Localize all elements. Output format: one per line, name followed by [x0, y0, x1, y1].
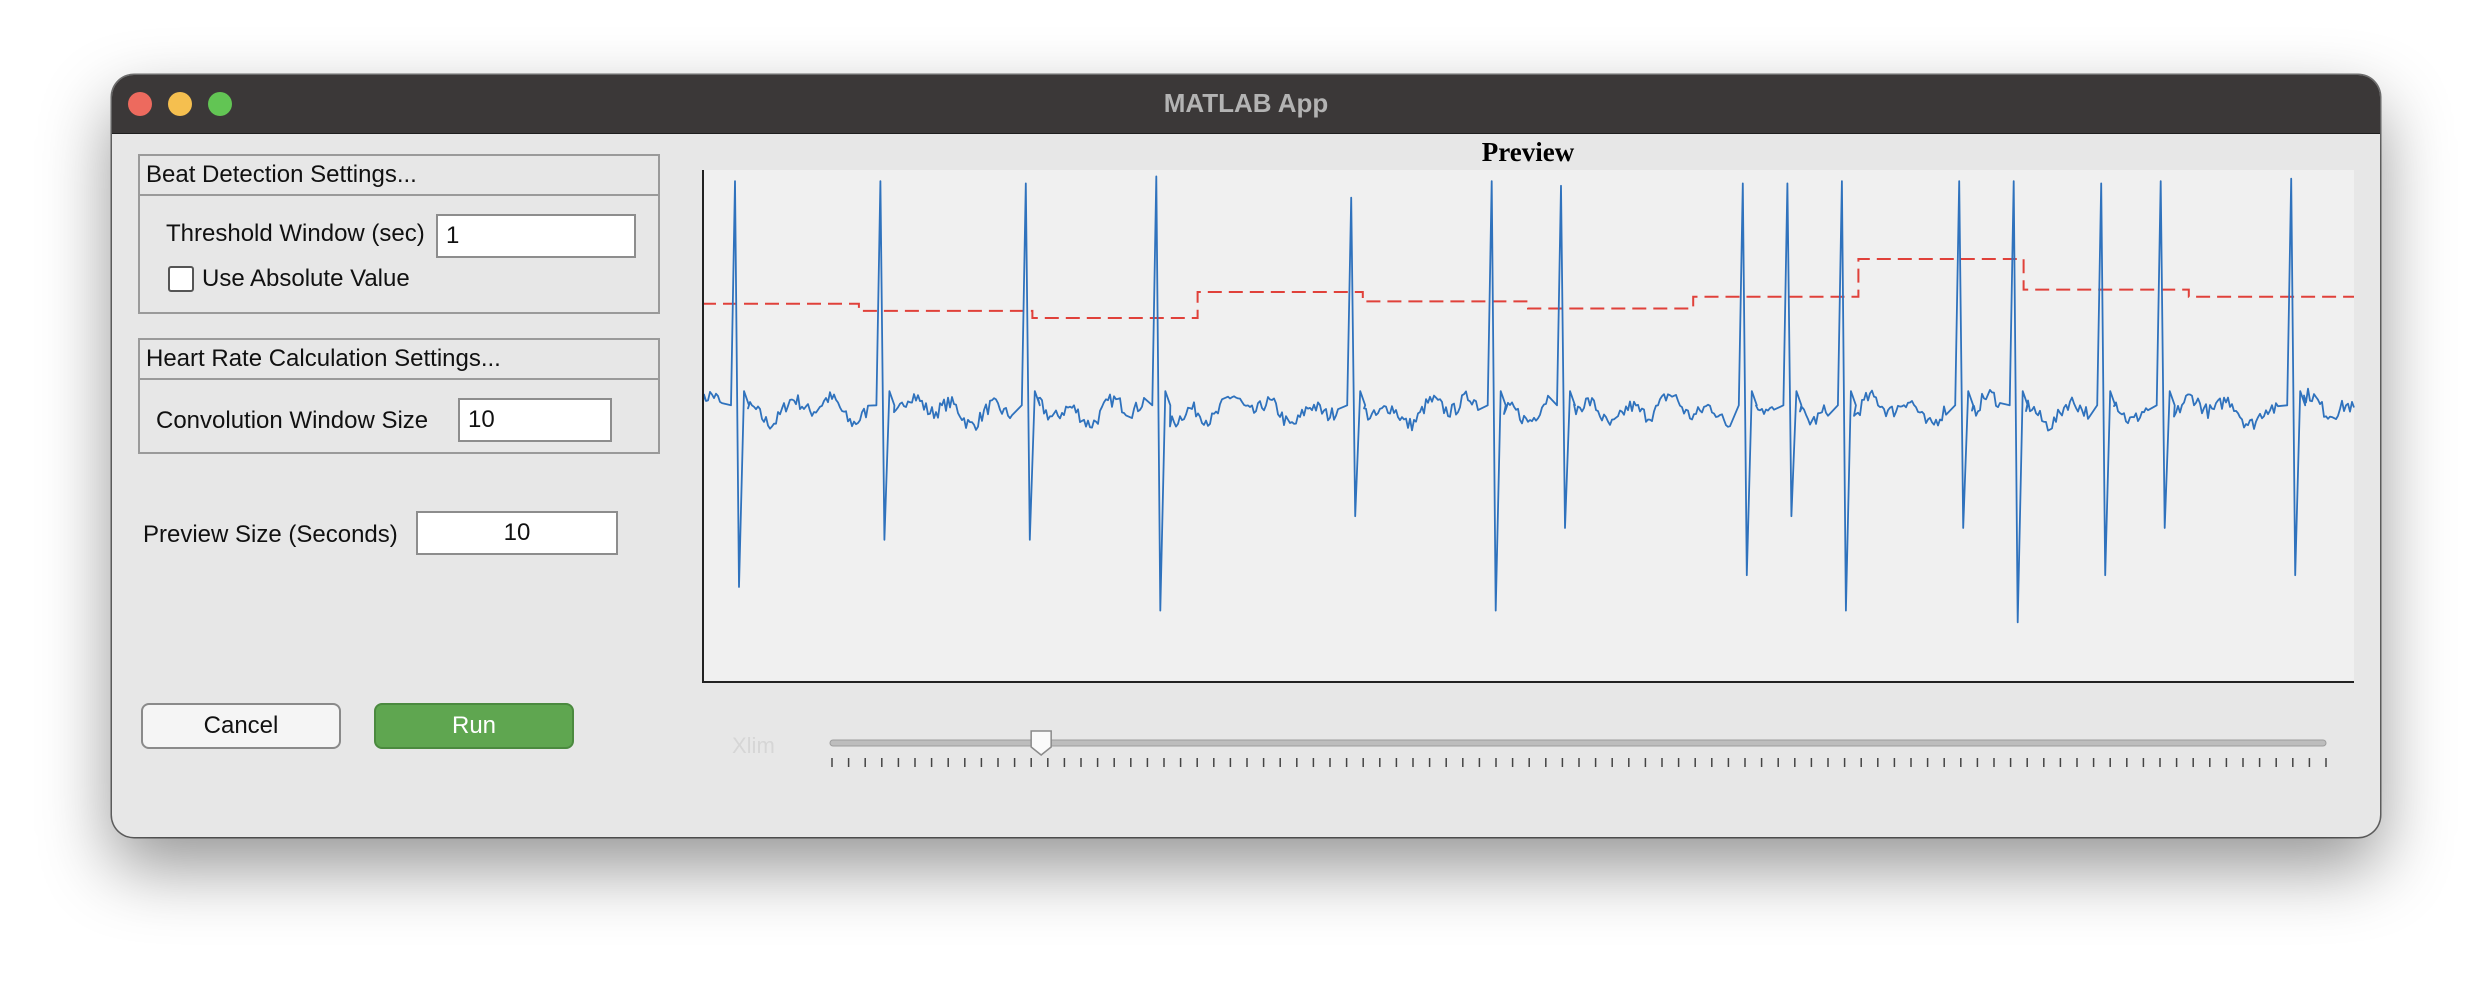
xlim-label: Xlim — [732, 733, 775, 758]
convolution-window-label: Convolution Window Size — [156, 407, 429, 434]
convolution-window-input[interactable] — [458, 398, 612, 442]
slider-thumb[interactable] — [1030, 730, 1052, 756]
preview-size-input[interactable] — [416, 511, 618, 555]
cancel-button[interactable]: Cancel — [141, 703, 341, 749]
slider-track[interactable] — [829, 739, 2327, 747]
beat-detection-header: Beat Detection Settings... — [140, 156, 658, 196]
plot-area — [702, 170, 2354, 682]
preview-plot-title: Preview — [1481, 137, 1575, 167]
slider-ticks — [831, 758, 2327, 767]
heart-rate-header: Heart Rate Calculation Settings... — [140, 340, 658, 380]
threshold-window-label: Threshold Window (sec) — [166, 220, 425, 247]
title-bar: MATLAB App — [112, 75, 2380, 134]
preview-plot — [702, 170, 2355, 683]
xlim-slider[interactable] — [820, 725, 2340, 775]
threshold-window-input[interactable] — [436, 214, 636, 258]
app-window: MATLAB App Beat Detection Settings... Th… — [112, 75, 2380, 837]
use-absolute-value-checkbox[interactable] — [168, 266, 194, 292]
preview-size-label: Preview Size (Seconds) — [143, 521, 398, 548]
use-absolute-value-label: Use Absolute Value — [202, 265, 410, 292]
beat-detection-panel: Beat Detection Settings... Threshold Win… — [138, 154, 660, 314]
heart-rate-panel: Heart Rate Calculation Settings... Convo… — [138, 338, 660, 454]
run-button[interactable]: Run — [374, 703, 574, 749]
window-title: MATLAB App — [1163, 88, 1329, 118]
